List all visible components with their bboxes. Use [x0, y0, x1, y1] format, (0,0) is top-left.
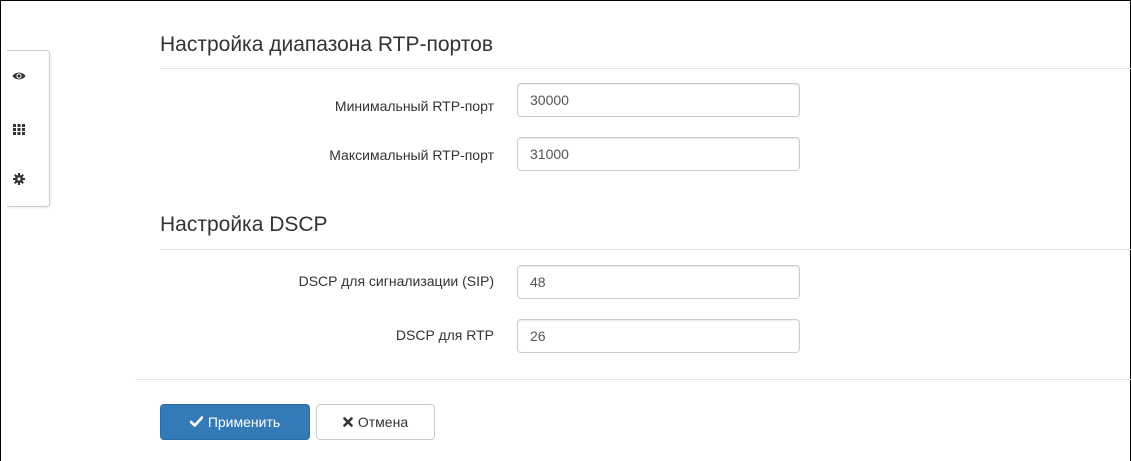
- min-rtp-port-label: Минимальный RTP-порт: [334, 98, 494, 114]
- check-icon: [189, 414, 204, 430]
- side-toolbar: [7, 50, 50, 207]
- max-rtp-port-label: Максимальный RTP-порт: [329, 147, 494, 163]
- rtp-section-divider: [160, 68, 1131, 69]
- dscp-section-title: Настройка DSCP: [160, 213, 328, 236]
- close-icon: [343, 414, 353, 430]
- dscp-rtp-input[interactable]: [517, 319, 800, 353]
- min-rtp-port-input[interactable]: [517, 83, 800, 117]
- apply-button-label: Применить: [207, 414, 281, 430]
- rtp-section-title: Настройка диапазона RTP-портов: [160, 33, 493, 56]
- dscp-sip-label: DSCP для сигнализации (SIP): [298, 273, 494, 289]
- form-footer-divider: [135, 379, 1131, 380]
- apply-button[interactable]: Применить: [160, 404, 310, 440]
- gear-icon[interactable]: [11, 171, 27, 187]
- cancel-button[interactable]: Отмена: [316, 404, 435, 440]
- grid-icon[interactable]: [11, 121, 27, 137]
- max-rtp-port-input[interactable]: [517, 137, 800, 171]
- dscp-sip-input[interactable]: [517, 265, 800, 299]
- dscp-section-divider: [160, 249, 1131, 250]
- dscp-rtp-label: DSCP для RTP: [395, 327, 494, 343]
- cancel-button-label: Отмена: [357, 414, 409, 430]
- eye-icon[interactable]: [11, 68, 27, 84]
